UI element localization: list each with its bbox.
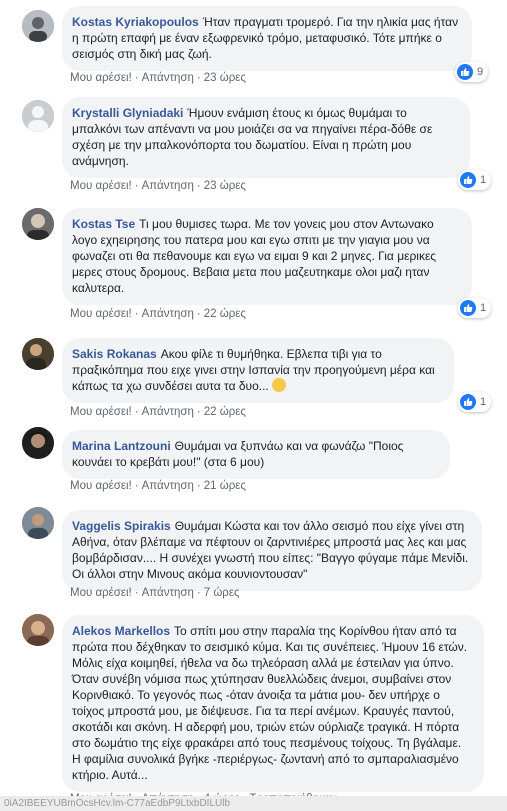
reply-link[interactable]: Απάντηση — [142, 480, 194, 492]
comment-author[interactable]: Krystalli Glyniadaki — [72, 106, 183, 120]
comment-actions: Μου αρέσει! · Απάντηση · 22 ώρες — [70, 406, 246, 418]
reaction-number: 1 — [480, 174, 487, 186]
comment-actions: Μου αρέσει! · Απάντηση · 23 ώρες — [70, 72, 246, 84]
comment-time[interactable]: 7 ώρες — [204, 587, 240, 599]
comment-author[interactable]: Sakis Rokanas — [72, 347, 157, 361]
reply-link[interactable]: Απάντηση — [142, 587, 194, 599]
reaction-count[interactable]: 1 — [458, 298, 492, 318]
comment-actions: Μου αρέσει! · Απάντηση · 23 ώρες — [70, 180, 246, 192]
avatar[interactable] — [22, 507, 54, 539]
comment-bubble: Vaggelis Spirakis Θυμάμαι Κώστα και τον ά… — [62, 510, 482, 591]
avatar[interactable] — [22, 614, 54, 646]
comment-bubble: Krystalli Glyniadaki Ήμουν ενάμιση έτους … — [62, 97, 470, 178]
comment-bubble: Marina Lantzouni Θυμάμαι να ξυπνάω και να… — [62, 430, 450, 479]
reply-link[interactable]: Απάντηση — [142, 180, 194, 192]
avatar[interactable] — [22, 208, 54, 240]
reply-link[interactable]: Απάντηση — [142, 72, 194, 84]
comment-time[interactable]: 22 ώρες — [204, 308, 246, 320]
like-icon — [457, 64, 473, 80]
reaction-count[interactable]: 1 — [458, 392, 492, 412]
avatar[interactable] — [22, 338, 54, 370]
comment-actions: Μου αρέσει! · Απάντηση · 21 ώρες — [70, 480, 246, 492]
comment-author[interactable]: Kostas Tse — [72, 217, 135, 231]
comment-text: Το σπίτι μου στην παραλία της Κορίνθου ή… — [72, 624, 468, 782]
reply-link[interactable]: Απάντηση — [142, 308, 194, 320]
smile-emoji-icon — [272, 378, 287, 392]
comment-author[interactable]: Alekos Markellos — [72, 624, 170, 638]
comment-actions: Μου αρέσει! · Απάντηση · 7 ώρες — [70, 587, 240, 599]
reaction-count[interactable]: 9 — [455, 62, 489, 82]
avatar[interactable] — [22, 100, 54, 132]
comment-actions: Μου αρέσει! · Απάντηση · 22 ώρες — [70, 308, 246, 320]
comment-author[interactable]: Kostas Kyriakopoulos — [72, 15, 199, 29]
comment-time[interactable]: 23 ώρες — [204, 72, 246, 84]
like-link[interactable]: Μου αρέσει! — [70, 72, 132, 84]
like-link[interactable]: Μου αρέσει! — [70, 480, 132, 492]
avatar[interactable] — [22, 427, 54, 459]
like-icon — [460, 394, 476, 410]
comment-bubble: Alekos Markellos Το σπίτι μου στην παραλί… — [62, 615, 484, 792]
like-link[interactable]: Μου αρέσει! — [70, 308, 132, 320]
reaction-number: 1 — [480, 396, 487, 408]
like-link[interactable]: Μου αρέσει! — [70, 180, 132, 192]
reply-link[interactable]: Απάντηση — [142, 406, 194, 418]
reaction-number: 9 — [477, 66, 484, 78]
comment-time[interactable]: 22 ώρες — [204, 406, 246, 418]
comment-bubble: Kostas Tse Τι μου θυμισες τωρα. Με τον γο… — [62, 208, 472, 305]
comment-time[interactable]: 23 ώρες — [204, 180, 246, 192]
like-icon — [460, 300, 476, 316]
like-link[interactable]: Μου αρέσει! — [70, 587, 132, 599]
comment-author[interactable]: Vaggelis Spirakis — [72, 519, 171, 533]
comment-bubble: Kostas Kyriakopoulos Ήταν πραγματι τρομερ… — [62, 6, 472, 71]
comment-bubble: Sakis Rokanas Ακου φίλε τι θυμήθηκα. Εβλε… — [62, 338, 454, 403]
reaction-count[interactable]: 1 — [458, 170, 492, 190]
comment-author[interactable]: Marina Lantzouni — [72, 439, 171, 453]
like-icon — [460, 172, 476, 188]
avatar[interactable] — [22, 10, 54, 42]
like-link[interactable]: Μου αρέσει! — [70, 406, 132, 418]
browser-status-bar: 0iA2IBEEYUBmOcsHcv.lm-C77aEdbP9LtxbDILUl… — [0, 796, 507, 811]
reaction-number: 1 — [480, 302, 487, 314]
comment-time[interactable]: 21 ώρες — [204, 480, 246, 492]
